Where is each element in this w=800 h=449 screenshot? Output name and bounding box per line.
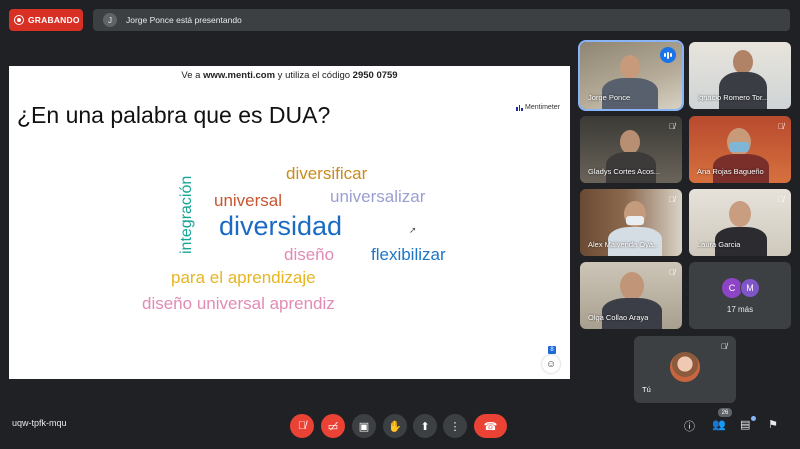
audience-person-icon[interactable]: ☺ xyxy=(542,355,560,373)
word-cloud-word: diseño xyxy=(284,245,335,264)
mic-off-icon: 🎙̸ xyxy=(778,122,784,131)
participant-avatar: C xyxy=(722,278,742,298)
leave-call-button[interactable]: ☎ xyxy=(474,414,507,438)
camera-off-icon: ▭̸ xyxy=(327,420,339,433)
more-participants-tile[interactable]: C M 17 más xyxy=(689,262,791,329)
participant-tile[interactable]: Ignacio Romero Tor... xyxy=(689,42,791,109)
self-label: Tú xyxy=(642,385,651,394)
hang-up-icon: ☎ xyxy=(483,420,498,433)
slide-question: ¿En una palabra que es DUA? xyxy=(17,102,331,128)
word-cloud-word: diseño universal aprendiz xyxy=(142,294,335,313)
participant-tile[interactable]: 🎙̸ Gladys Cortes Acos... xyxy=(580,116,682,183)
people-button[interactable]: 👥 xyxy=(712,418,726,431)
camera-toggle-button[interactable]: ▭̸ xyxy=(321,414,345,438)
slide-instruction: Ve a www.menti.com y utiliza el código 2… xyxy=(181,70,398,81)
participant-tile[interactable]: 🎙̸ Olga Collao Araya xyxy=(580,262,682,329)
word-cloud-word: diversificar xyxy=(286,164,368,183)
participant-name: Ignacio Romero Tor... xyxy=(697,93,769,102)
mic-off-icon: 🎙̸ xyxy=(669,122,675,131)
present-button[interactable]: ⬆ xyxy=(413,414,437,438)
meeting-code: uqw-tpfk-mqu xyxy=(12,418,67,428)
participant-name: Olga Collao Araya xyxy=(588,313,649,322)
self-avatar xyxy=(670,352,700,382)
meeting-details-button[interactable]: ⓘ xyxy=(684,418,695,434)
mic-off-icon: 🎙̸ xyxy=(721,342,727,351)
speaking-indicator-icon xyxy=(660,47,676,63)
participant-tile[interactable]: 🎙̸ Ana Rojas Bagueño xyxy=(689,116,791,183)
menti-code: 2950 0759 xyxy=(352,70,398,81)
word-cloud-word: flexibilizar xyxy=(371,245,446,264)
participant-tile[interactable]: Jorge Ponce xyxy=(578,40,684,111)
participant-tile[interactable]: 🎙̸ Laura Garcia xyxy=(689,189,791,256)
mentimeter-logo: Mentimeter xyxy=(516,104,560,111)
participant-tile[interactable]: 🎙̸ Alex Malvenda Oya... xyxy=(580,189,682,256)
participant-name: Ana Rojas Bagueño xyxy=(697,167,764,176)
record-icon xyxy=(14,15,24,25)
present-screen-icon: ⬆ xyxy=(420,420,430,433)
self-tile[interactable]: 🎙̸ Tú xyxy=(634,336,736,403)
activities-icon: ⚑ xyxy=(768,419,778,431)
people-count-badge: 26 xyxy=(718,408,732,417)
mic-off-icon: 🎙̸ xyxy=(669,268,675,277)
word-cloud-word: universalizar xyxy=(330,187,426,206)
activities-button[interactable]: ⚑ xyxy=(768,418,778,431)
mouse-cursor-icon: ➚ xyxy=(409,225,417,235)
presenting-text: Jorge Ponce está presentando xyxy=(126,15,242,25)
chat-icon: ▤ xyxy=(740,419,751,431)
more-options-button[interactable]: ⋮ xyxy=(443,414,467,438)
participant-name: Alex Malvenda Oya... xyxy=(588,240,660,249)
chat-button[interactable]: ▤ xyxy=(740,418,750,431)
slide-corner-badge: 8 xyxy=(548,346,556,354)
captions-icon: ▣ xyxy=(358,420,370,433)
recording-label: GRABANDO xyxy=(28,15,80,25)
participant-avatar: M xyxy=(740,278,760,298)
more-participants-label: 17 más xyxy=(726,305,754,314)
word-cloud-word: para el aprendizaje xyxy=(171,268,316,287)
participant-name: Laura Garcia xyxy=(697,240,741,249)
chat-notification-dot xyxy=(751,416,756,421)
participant-name: Jorge Ponce xyxy=(588,93,631,102)
raise-hand-button[interactable]: ✋ xyxy=(383,414,407,438)
presenting-bar: J Jorge Ponce está presentando xyxy=(93,9,790,31)
mic-off-icon: 🎙̸ xyxy=(669,195,675,204)
mic-off-icon: 🎙̸ xyxy=(297,420,307,432)
menti-site: www.menti.com xyxy=(203,70,276,81)
presenter-avatar: J xyxy=(103,13,117,27)
more-vert-icon: ⋮ xyxy=(449,420,461,433)
info-icon: ⓘ xyxy=(684,421,695,433)
participant-name: Gladys Cortes Acos... xyxy=(588,167,661,176)
word-cloud-word: integración xyxy=(178,175,195,254)
hand-icon: ✋ xyxy=(388,420,402,433)
mentimeter-bars-icon xyxy=(516,104,523,111)
mic-toggle-button[interactable]: 🎙̸ xyxy=(290,414,314,438)
mic-off-icon: 🎙̸ xyxy=(778,195,784,204)
captions-button[interactable]: ▣ xyxy=(352,414,376,438)
people-icon: 👥 xyxy=(712,419,726,431)
word-cloud-word: diversidad xyxy=(219,211,343,241)
word-cloud-word: universal xyxy=(214,191,283,210)
presentation-slide: Ve a www.menti.com y utiliza el código 2… xyxy=(9,66,570,379)
recording-indicator: GRABANDO xyxy=(9,9,83,31)
